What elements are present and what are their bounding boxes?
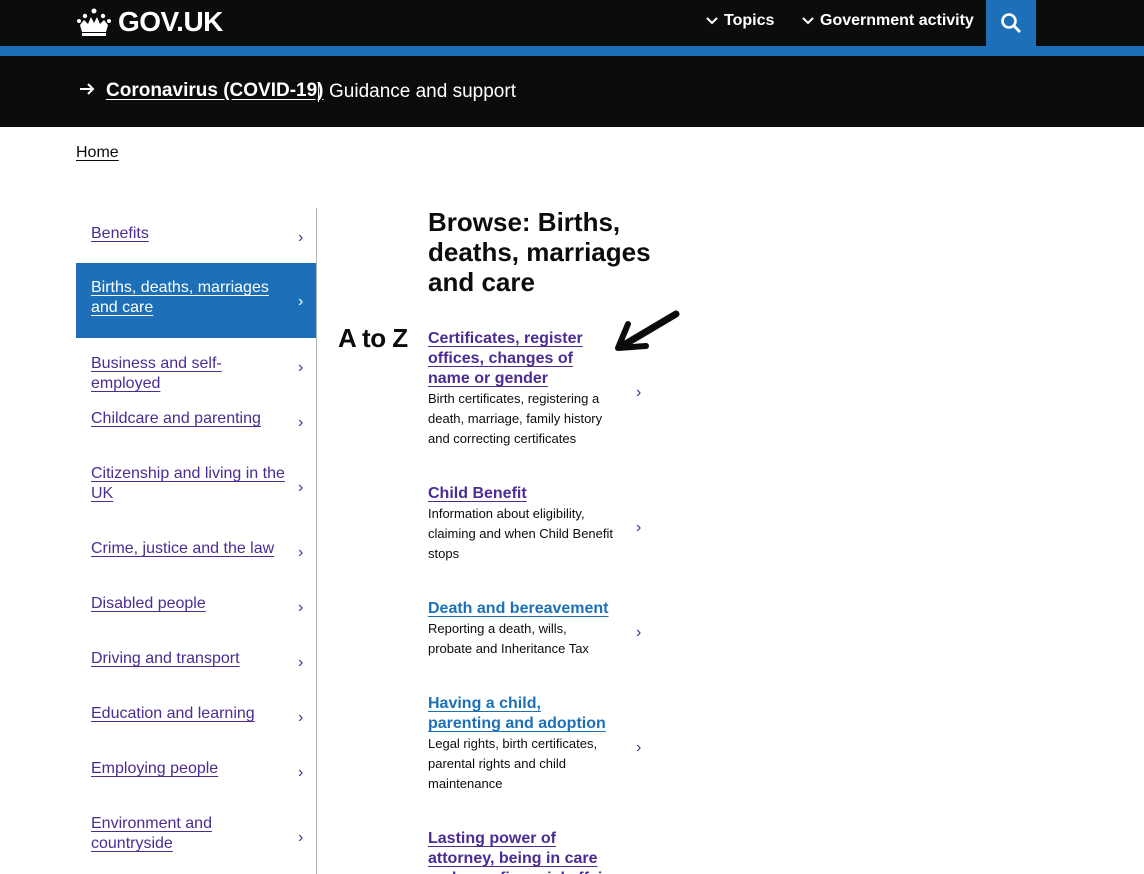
chevron-down-icon	[706, 17, 718, 25]
chevron-right-icon: ›	[298, 654, 304, 671]
topic-title[interactable]: Child Benefit	[428, 484, 618, 504]
topic-description: Reporting a death, wills, probate and In…	[428, 621, 589, 656]
sidebar-item-business[interactable]: Business and self-employed ›	[76, 338, 316, 393]
covid-link[interactable]: Coronavirus (COVID-19)	[106, 80, 323, 102]
topics-label: Topics	[724, 12, 775, 29]
sidebar-item-education[interactable]: Education and learning ›	[76, 688, 316, 743]
sidebar-item-label: Environment and countryside	[91, 815, 212, 852]
chevron-right-icon: ›	[636, 624, 642, 641]
banner-divider	[318, 82, 319, 102]
topic-death-bereavement[interactable]: Death and bereavement Reporting a death,…	[428, 599, 648, 659]
covid-subtitle: Guidance and support	[329, 81, 516, 102]
topic-title[interactable]: Lasting power of attorney, being in care…	[428, 829, 618, 874]
topics-menu-toggle[interactable]: Topics	[705, 12, 774, 30]
topic-description: Birth certificates, registering a death,…	[428, 391, 603, 446]
topic-description: Information about eligibility, claiming …	[428, 506, 613, 561]
search-button[interactable]	[986, 0, 1036, 46]
sidebar-item-label: Education and learning	[91, 705, 255, 722]
sidebar-item-births-deaths-marriages[interactable]: Births, deaths, marriages and care ›	[76, 263, 316, 338]
topic-child-benefit[interactable]: Child Benefit Information about eligibil…	[428, 484, 648, 564]
atoz-heading: A to Z	[338, 323, 408, 353]
sidebar-item-label: Benefits	[91, 225, 149, 242]
arrow-right-icon	[80, 83, 95, 95]
sidebar-item-label: Employing people	[91, 760, 219, 777]
logo-text: GOV.UK	[118, 6, 223, 37]
chevron-right-icon: ›	[636, 519, 642, 536]
sidebar-item-driving[interactable]: Driving and transport ›	[76, 633, 316, 688]
pointer-arrow-icon	[615, 310, 680, 351]
sidebar-item-employing[interactable]: Employing people ›	[76, 743, 316, 798]
search-icon	[1001, 13, 1021, 33]
sidebar-item-environment[interactable]: Environment and countryside ›	[76, 798, 316, 873]
crown-icon	[77, 8, 111, 36]
chevron-right-icon: ›	[298, 764, 304, 781]
government-activity-menu-toggle[interactable]: Government activity	[801, 12, 974, 30]
sidebar-item-benefits[interactable]: Benefits ›	[76, 208, 316, 263]
sidebar-item-label: Disabled people	[91, 595, 206, 612]
site-header: GOV.UK Topics Government activity	[0, 0, 1144, 46]
page-title: Browse: Births, deaths, marriages and ca…	[428, 207, 651, 297]
chevron-right-icon: ›	[298, 829, 304, 846]
sidebar-divider	[316, 208, 317, 874]
chevron-right-icon: ›	[636, 739, 642, 756]
topic-title[interactable]: Having a child, parenting and adoption	[428, 694, 610, 734]
chevron-right-icon: ›	[298, 599, 304, 616]
topic-lasting-power-of-attorney[interactable]: Lasting power of attorney, being in care…	[428, 829, 648, 874]
government-activity-label: Government activity	[820, 12, 974, 29]
chevron-right-icon: ›	[298, 359, 304, 376]
govuk-logo-link[interactable]: GOV.UK	[76, 7, 223, 37]
topic-description: Legal rights, birth certificates, parent…	[428, 736, 598, 791]
sidebar-item-label: Citizenship and living in the UK	[91, 465, 285, 502]
header-accent-bar	[0, 46, 1144, 56]
chevron-right-icon: ›	[636, 384, 642, 401]
sidebar-item-label: Business and self-employed	[91, 355, 222, 392]
topic-having-a-child[interactable]: Having a child, parenting and adoption L…	[428, 694, 648, 794]
chevron-right-icon: ›	[298, 479, 304, 496]
sidebar-item-label: Driving and transport	[91, 650, 240, 667]
sidebar-item-label: Births, deaths, marriages and care	[91, 279, 269, 316]
sidebar-item-crime[interactable]: Crime, justice and the law ›	[76, 523, 316, 578]
topic-title[interactable]: Certificates, register offices, changes …	[428, 329, 618, 389]
chevron-down-icon	[802, 17, 814, 25]
sidebar-item-disabled[interactable]: Disabled people ›	[76, 578, 316, 633]
sidebar-item-childcare[interactable]: Childcare and parenting ›	[76, 393, 316, 448]
chevron-right-icon: ›	[298, 544, 304, 561]
sidebar-item-label: Childcare and parenting	[91, 410, 261, 427]
chevron-right-icon: ›	[298, 229, 304, 246]
chevron-right-icon: ›	[298, 293, 304, 310]
sidebar-item-label: Crime, justice and the law	[91, 540, 275, 557]
sidebar-item-citizenship[interactable]: Citizenship and living in the UK ›	[76, 448, 316, 523]
covid-banner: Coronavirus (COVID-19) Guidance and supp…	[0, 56, 1144, 127]
breadcrumb-home[interactable]: Home	[76, 144, 119, 162]
chevron-right-icon: ›	[298, 414, 304, 431]
chevron-right-icon: ›	[298, 709, 304, 726]
topic-title[interactable]: Death and bereavement	[428, 599, 618, 619]
